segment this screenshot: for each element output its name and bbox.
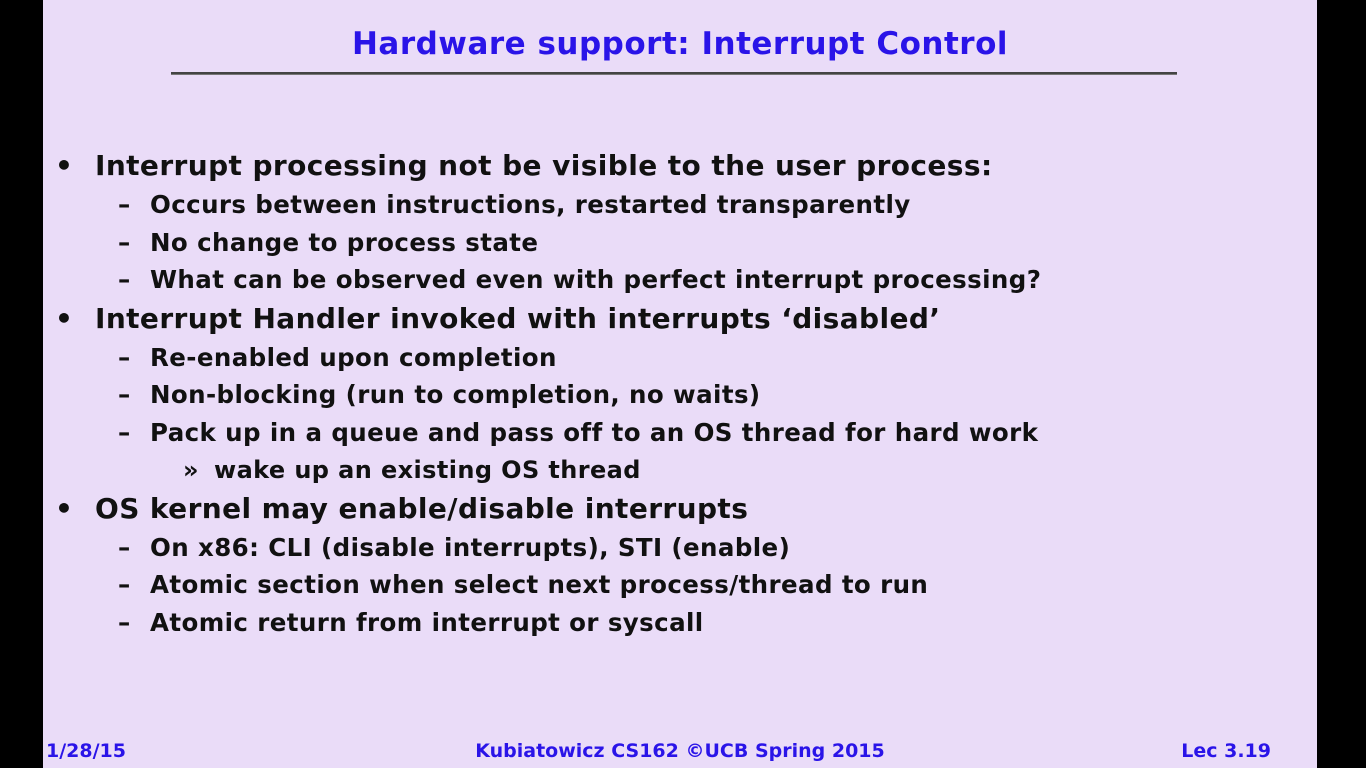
bullet-item: • Interrupt Handler invoked with interrup… <box>55 301 940 337</box>
sub-bullet-item: – Pack up in a queue and pass off to an O… <box>118 417 1038 449</box>
sub-bullet-text: Atomic return from interrupt or syscall <box>150 608 704 637</box>
bullet-item: • OS kernel may enable/disable interrupts <box>55 491 748 527</box>
sub-bullet-text: What can be observed even with perfect i… <box>150 265 1042 294</box>
bullet-text: Interrupt Handler invoked with interrupt… <box>95 302 941 335</box>
bullet-marker: • <box>55 302 74 335</box>
sub-sub-bullet-text: wake up an existing OS thread <box>214 456 641 484</box>
dash-marker: – <box>118 190 131 219</box>
chevron-marker: » <box>183 456 199 484</box>
dash-marker: – <box>118 265 131 294</box>
sub-bullet-item: – Non-blocking (run to completion, no wai… <box>118 379 761 411</box>
bullet-marker: • <box>55 149 74 182</box>
dash-marker: – <box>118 343 131 372</box>
dash-marker: – <box>118 608 131 637</box>
sub-bullet-item: – Occurs between instructions, restarted … <box>118 189 911 221</box>
dash-marker: – <box>118 380 131 409</box>
dash-marker: – <box>118 533 131 562</box>
footer-course: Kubiatowicz CS162 ©UCB Spring 2015 <box>475 740 885 762</box>
bullet-marker: • <box>55 492 74 525</box>
dash-marker: – <box>118 418 131 447</box>
sub-sub-bullet-item: » wake up an existing OS thread <box>183 454 641 486</box>
sub-bullet-item: – On x86: CLI (disable interrupts), STI (… <box>118 532 790 564</box>
sub-bullet-text: Non-blocking (run to completion, no wait… <box>150 380 761 409</box>
dash-marker: – <box>118 570 131 599</box>
bullet-text: Interrupt processing not be visible to t… <box>95 149 993 182</box>
sub-bullet-text: Re-enabled upon completion <box>150 343 557 372</box>
bullet-text: OS kernel may enable/disable interrupts <box>95 492 749 525</box>
sub-bullet-item: – No change to process state <box>118 227 538 259</box>
slide-title: Hardware support: Interrupt Control <box>351 26 1009 62</box>
title-underline <box>171 72 1177 75</box>
slide: Hardware support: Interrupt Control • Int… <box>43 0 1317 768</box>
sub-bullet-text: Pack up in a queue and pass off to an OS… <box>150 418 1039 447</box>
dash-marker: – <box>118 228 131 257</box>
sub-bullet-text: Atomic section when select next process/… <box>150 570 929 599</box>
sub-bullet-text: Occurs between instructions, restarted t… <box>150 190 911 219</box>
sub-bullet-item: – What can be observed even with perfect … <box>118 264 1041 296</box>
sub-bullet-item: – Atomic section when select next process… <box>118 569 928 601</box>
footer-page-number: Lec 3.19 <box>1181 740 1271 762</box>
sub-bullet-item: – Re-enabled upon completion <box>118 342 557 374</box>
sub-bullet-text: No change to process state <box>150 228 539 257</box>
sub-bullet-text: On x86: CLI (disable interrupts), STI (e… <box>150 533 791 562</box>
bullet-item: • Interrupt processing not be visible to … <box>55 148 993 184</box>
sub-bullet-item: – Atomic return from interrupt or syscall <box>118 607 704 639</box>
